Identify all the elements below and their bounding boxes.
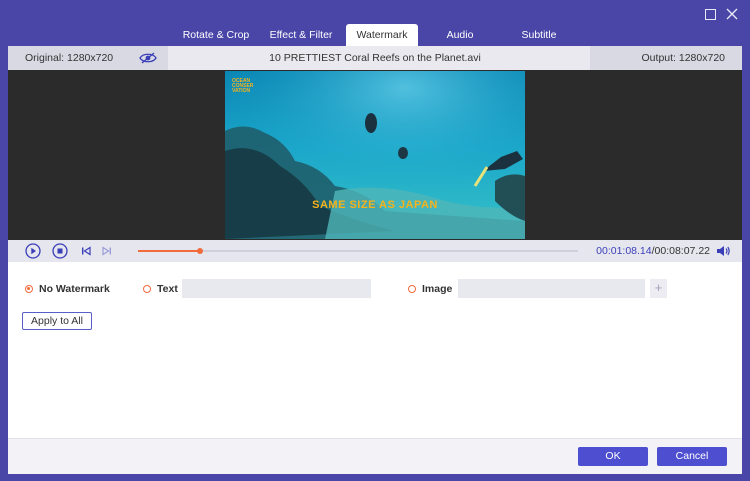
file-name: 10 PRETTIEST Coral Reefs on the Planet.a… [269,52,481,64]
image-watermark-input[interactable] [458,279,645,298]
video-logo: OCEAN CONSER VATION [232,78,254,94]
skip-back-icon[interactable] [78,243,94,259]
info-bar: Original: 1280x720 10 PRETTIEST Coral Re… [8,46,742,70]
apply-to-all-button[interactable]: Apply to All [22,312,92,330]
text-watermark-radio[interactable] [143,285,151,293]
tab-subtitle[interactable]: Subtitle [510,24,568,46]
add-image-button[interactable]: + [650,279,667,298]
maximize-icon[interactable] [703,7,717,21]
playback-controls: 00:01:08.14/00:08:07.22 [8,240,742,262]
time-display: 00:01:08.14/00:08:07.22 [596,240,710,262]
video-preview-area: OCEAN CONSER VATION SAME SIZE AS JAPAN [8,70,742,240]
content-panel: Original: 1280x720 10 PRETTIEST Coral Re… [8,46,742,474]
progress-fill [138,250,200,252]
tab-watermark[interactable]: Watermark [346,24,418,46]
ok-button[interactable]: OK [578,447,648,466]
close-icon[interactable] [725,7,739,21]
tab-audio[interactable]: Audio [434,24,486,46]
volume-icon[interactable] [715,244,731,258]
play-icon[interactable] [25,243,41,259]
no-watermark-radio[interactable] [25,285,33,293]
skip-forward-icon[interactable] [99,243,115,259]
video-caption: SAME SIZE AS JAPAN [312,199,438,211]
coral-reef-video-image [225,71,525,239]
watermark-dialog: Rotate & Crop Effect & Filter Watermark … [0,0,750,481]
progress-slider[interactable] [138,248,578,254]
current-time: 00:01:08.14 [596,245,652,257]
tab-effect-filter[interactable]: Effect & Filter [262,24,340,46]
total-duration: /00:08:07.22 [651,245,710,257]
tab-rotate-crop[interactable]: Rotate & Crop [176,24,256,46]
cancel-button[interactable]: Cancel [657,447,727,466]
text-watermark-input[interactable] [182,279,371,298]
video-frame: OCEAN CONSER VATION SAME SIZE AS JAPAN [225,71,525,239]
image-watermark-radio[interactable] [408,285,416,293]
output-resolution: Output: 1280x720 [641,52,725,64]
tab-bar: Rotate & Crop Effect & Filter Watermark … [0,24,750,46]
dialog-footer: OK Cancel [8,438,742,474]
progress-handle[interactable] [196,248,203,254]
stop-icon[interactable] [52,243,68,259]
